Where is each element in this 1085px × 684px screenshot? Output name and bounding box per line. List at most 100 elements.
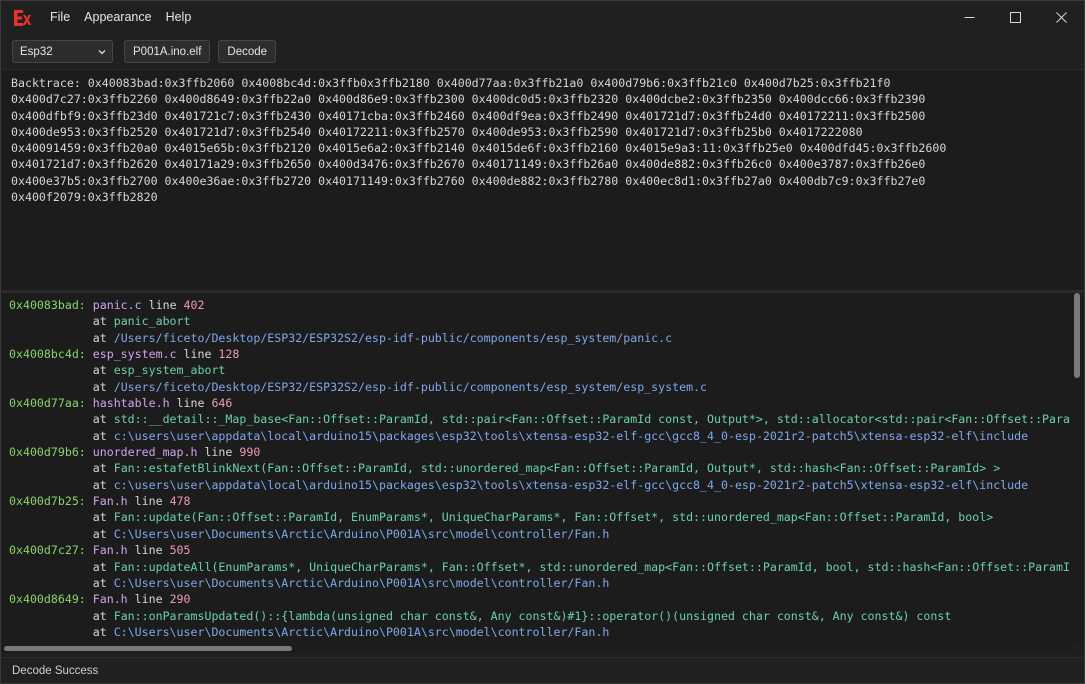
decoded-entry-header: 0x400d7b25: Fan.h line 478 — [9, 493, 1070, 509]
source-path: C:\Users\user\Documents\Arctic\Arduino\P… — [113, 624, 610, 639]
decode-button[interactable]: Decode — [218, 40, 277, 63]
close-button[interactable] — [1038, 1, 1084, 34]
decoded-entry-function: at Fan::update(Fan::Offset::ParamId, Enu… — [9, 509, 1070, 525]
backtrace-line: Backtrace: 0x40083bad:0x3ffb2060 0x4008b… — [11, 76, 891, 90]
decoded-entry-function: at std::__detail::_Map_base<Fan::Offset:… — [9, 411, 1070, 427]
app-window: File Appearance Help Esp32 P001A.ino.elf… — [0, 0, 1085, 684]
frame-address: 0x40083bad: — [9, 298, 86, 312]
horizontal-scrollbar[interactable] — [2, 645, 1070, 653]
at-label: at — [92, 363, 107, 378]
function-name: panic_abort — [113, 314, 191, 329]
at-label: at — [92, 314, 107, 329]
board-select-value: Esp32 — [20, 45, 53, 58]
maximize-button[interactable] — [992, 1, 1038, 34]
at-label: at — [92, 379, 107, 394]
decoded-entry-header: 0x400d7c27: Fan.h line 505 — [9, 542, 1070, 558]
decoded-entry-header: 0x400d79b6: unordered_map.h line 990 — [9, 444, 1070, 460]
decoded-output: 0x40083bad: panic.c line 402 at panic_ab… — [2, 293, 1070, 645]
source-file: Fan.h — [92, 592, 128, 607]
source-file: unordered_map.h — [92, 445, 198, 460]
source-file: panic.c — [92, 298, 142, 312]
function-name: Fan::updateAll(EnumParams*, UniqueCharPa… — [113, 559, 1070, 574]
line-label: line — [134, 543, 163, 558]
function-name: esp_system_abort — [113, 363, 226, 378]
decoded-entry-header: 0x4008bc4d: esp_system.c line 128 — [9, 346, 1070, 362]
source-path: c:\users\user\appdata\local\arduino15\pa… — [113, 428, 1029, 443]
close-icon — [1055, 12, 1067, 23]
decoded-entry-path: at /Users/ficeto/Desktop/ESP32/ESP32S2/e… — [9, 379, 1070, 395]
line-number: 990 — [239, 445, 261, 460]
frame-address: 0x400d79b6: — [9, 445, 86, 460]
source-path: c:\users\user\appdata\local\arduino15\pa… — [113, 477, 1029, 492]
at-label: at — [92, 559, 107, 574]
function-name: Fan::onParamsUpdated()::{lambda(unsigned… — [113, 608, 952, 623]
menu-file[interactable]: File — [43, 1, 77, 34]
status-bar: Decode Success — [1, 657, 1084, 683]
backtrace-line: 0x400de953:0x3ffb2520 0x401721d7:0x3ffb2… — [11, 124, 863, 139]
decoded-entry-header: 0x40083bad: panic.c line 402 — [9, 297, 1070, 313]
line-label: line — [148, 298, 177, 312]
line-label: line — [134, 494, 163, 509]
decoded-entry-header: 0x400d77aa: hashtable.h line 646 — [9, 395, 1070, 411]
at-label: at — [92, 428, 107, 443]
decoded-entry-path: at c:\users\user\appdata\local\arduino15… — [9, 428, 1070, 444]
chevron-down-icon — [98, 50, 106, 55]
source-file: hashtable.h — [92, 396, 170, 411]
minimize-icon — [964, 17, 974, 18]
decoded-entry-path: at /Users/ficeto/Desktop/ESP32/ESP32S2/e… — [9, 330, 1070, 346]
elf-file-button[interactable]: P001A.ino.elf — [124, 40, 211, 63]
line-label: line — [183, 347, 212, 362]
line-label: line — [134, 592, 163, 607]
status-text: Decode Success — [12, 664, 99, 677]
menu-appearance[interactable]: Appearance — [77, 1, 158, 34]
vertical-scrollbar[interactable] — [1070, 293, 1084, 645]
at-label: at — [92, 412, 107, 427]
decoded-entry-header: 0x400d8649: Fan.h line 290 — [9, 591, 1070, 607]
function-name: Fan::estafetBlinkNext(Fan::Offset::Param… — [113, 461, 1001, 476]
at-label: at — [92, 510, 107, 525]
backtrace-line: 0x400d7c27:0x3ffb2260 0x400d8649:0x3ffb2… — [11, 92, 926, 107]
line-number: 128 — [218, 347, 240, 362]
horizontal-scrollbar-thumb[interactable] — [4, 646, 292, 651]
source-file: Fan.h — [92, 543, 128, 558]
at-label: at — [92, 477, 107, 492]
decoded-entry-path: at C:\Users\user\Documents\Arctic\Arduin… — [9, 526, 1070, 542]
decoded-entry-function: at Fan::updateAll(EnumParams*, UniqueCha… — [9, 559, 1070, 575]
at-label: at — [92, 461, 107, 476]
toolbar: Esp32 P001A.ino.elf Decode — [1, 34, 1084, 69]
at-label: at — [92, 526, 107, 541]
line-number: 290 — [169, 592, 191, 607]
source-file: esp_system.c — [92, 347, 177, 362]
frame-address: 0x4008bc4d: — [9, 347, 86, 362]
board-select[interactable]: Esp32 — [12, 40, 113, 63]
source-path: C:\Users\user\Documents\Arctic\Arduino\P… — [113, 526, 610, 541]
at-label: at — [92, 575, 107, 590]
frame-address: 0x400d77aa: — [9, 396, 86, 411]
decoded-entry-path: at C:\Users\user\Documents\Arctic\Arduin… — [9, 575, 1070, 591]
title-bar: File Appearance Help — [1, 1, 1084, 34]
line-number: 478 — [169, 494, 191, 509]
at-label: at — [92, 330, 107, 345]
decoded-entry-function: at Fan::onParamsUpdated()::{lambda(unsig… — [9, 608, 1070, 624]
window-controls — [946, 1, 1084, 34]
line-label: line — [204, 445, 233, 460]
maximize-icon — [1009, 12, 1021, 23]
decoded-entry-path: at C:\Users\user\Documents\Arctic\Arduin… — [9, 624, 1070, 640]
function-name: std::__detail::_Map_base<Fan::Offset::Pa… — [113, 412, 1070, 427]
backtrace-input[interactable]: Backtrace: 0x40083bad:0x3ffb2060 0x4008b… — [2, 69, 1083, 291]
app-logo-icon — [11, 7, 33, 29]
backtrace-line: 0x40091459:0x3ffb20a0 0x4015e65b:0x3ffb2… — [11, 141, 947, 156]
frame-address: 0x400d8649: — [9, 592, 86, 607]
backtrace-line: 0x400e37b5:0x3ffb2700 0x400e36ae:0x3ffb2… — [11, 173, 926, 188]
source-path: C:\Users\user\Documents\Arctic\Arduino\P… — [113, 575, 610, 590]
line-number: 646 — [211, 396, 233, 411]
backtrace-line: 0x400dfbf9:0x3ffb23d0 0x401721c7:0x3ffb2… — [11, 108, 926, 123]
vertical-scrollbar-thumb[interactable] — [1074, 293, 1080, 378]
backtrace-line: 0x400f2079:0x3ffb2820 — [11, 190, 158, 205]
menu-help[interactable]: Help — [159, 1, 199, 34]
at-label: at — [92, 608, 107, 623]
minimize-button[interactable] — [946, 1, 992, 34]
frame-address: 0x400d7b25: — [9, 494, 86, 509]
decoded-entry-function: at panic_abort — [9, 313, 1070, 329]
decoded-entry-function: at esp_system_abort — [9, 362, 1070, 378]
